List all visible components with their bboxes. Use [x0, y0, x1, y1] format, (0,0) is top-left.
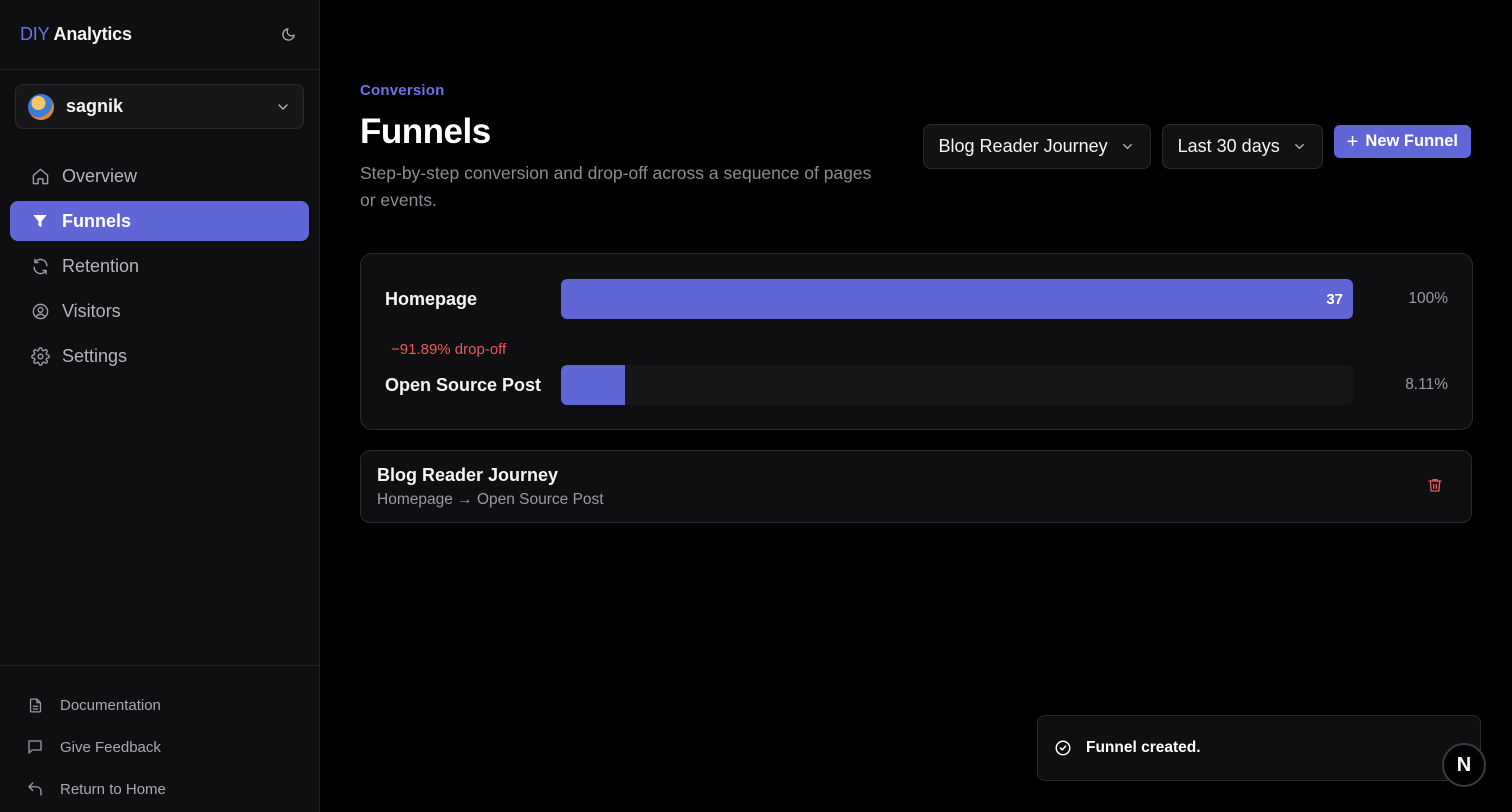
header-controls: Blog Reader Journey Last 30 days + New F…: [922, 124, 1471, 169]
funnel-step: Homepage 37 100%: [385, 279, 1448, 319]
funnel-step-label: Homepage: [385, 288, 478, 309]
nextjs-badge-letter: N: [1456, 753, 1472, 776]
chevron-down-icon: [278, 103, 288, 110]
funnel-step-percent: 8.11%: [1405, 376, 1448, 393]
sidebar-item-funnels[interactable]: Funnels: [10, 201, 309, 241]
refresh-icon: [30, 256, 50, 276]
funnel-select-value: Blog Reader Journey: [938, 136, 1108, 156]
main-content: Conversion Funnels Step-by-step conversi…: [320, 0, 1512, 812]
funnel-bar-track: [561, 365, 1353, 405]
return-home-label: Return to Home: [60, 780, 166, 798]
chevron-down-icon: [1292, 139, 1307, 154]
sidebar-item-label: Funnels: [62, 210, 132, 231]
sidebar-item-label: Overview: [62, 165, 138, 186]
new-funnel-label: New Funnel: [1365, 132, 1458, 150]
return-icon: [25, 779, 45, 799]
trash-icon: [1428, 479, 1442, 492]
avatar: [28, 93, 54, 120]
delete-funnel-button[interactable]: [1427, 477, 1443, 498]
sidebar-item-settings[interactable]: Settings: [10, 336, 309, 376]
funnel-step-label: Open Source Post: [385, 374, 542, 395]
sidebar-item-visitors[interactable]: Visitors: [10, 291, 309, 331]
funnel-chart-card: Homepage 37 100% −91.89% drop-off Open S…: [360, 253, 1473, 430]
give-feedback-link[interactable]: Give Feedback: [0, 726, 319, 768]
home-icon: [30, 166, 50, 186]
page-subtitle: Step-by-step conversion and drop-off acr…: [360, 163, 872, 210]
sidebar-item-label: Retention: [62, 255, 140, 276]
funnel-bar[interactable]: [561, 279, 1353, 319]
gear-icon: [30, 346, 50, 366]
filter-icon: [30, 211, 50, 231]
document-icon: [25, 695, 45, 715]
funnel-name: Blog Reader Journey: [377, 465, 559, 485]
sidebar: DIY Analytics sagnik Overview Funnels Re…: [0, 0, 320, 812]
sidebar-footer: Documentation Give Feedback Return to Ho…: [0, 665, 319, 812]
brand-prefix: DIY: [20, 24, 50, 44]
chevron-down-icon: [1120, 139, 1135, 154]
brand-name: Analytics: [53, 24, 132, 44]
section-eyebrow: Conversion: [360, 82, 445, 99]
message-icon: [25, 737, 45, 757]
funnel-list-item[interactable]: Blog Reader Journey Homepage → Open Sour…: [360, 450, 1472, 523]
sidebar-nav: Overview Funnels Retention Visitors Sett…: [0, 156, 319, 381]
funnel-steps-summary: Homepage → Open Source Post: [377, 491, 604, 508]
sidebar-item-retention[interactable]: Retention: [10, 246, 309, 286]
moon-icon: [281, 28, 295, 41]
documentation-link[interactable]: Documentation: [0, 684, 319, 726]
check-circle-icon: [1054, 739, 1072, 757]
give-feedback-label: Give Feedback: [60, 738, 161, 756]
page-title: Funnels: [360, 112, 491, 151]
plus-icon: +: [1346, 130, 1359, 153]
sidebar-item-label: Settings: [62, 345, 128, 366]
funnel-bar-track: 37: [561, 279, 1353, 319]
funnel-step: Open Source Post 8.11%: [385, 365, 1448, 405]
nextjs-dev-badge[interactable]: N: [1442, 743, 1486, 787]
brand-row: DIY Analytics: [0, 0, 319, 70]
return-home-link[interactable]: Return to Home: [0, 768, 319, 810]
funnel-bar-count: 37: [1326, 290, 1343, 308]
sidebar-item-overview[interactable]: Overview: [10, 156, 309, 196]
workspace-user-select[interactable]: sagnik: [15, 84, 304, 129]
date-range-value: Last 30 days: [1177, 136, 1280, 156]
app: DIY Analytics sagnik Overview Funnels Re…: [0, 0, 1512, 812]
funnel-bar[interactable]: [561, 365, 626, 405]
funnel-step-percent: 100%: [1408, 290, 1448, 307]
date-range-select[interactable]: Last 30 days: [1161, 124, 1323, 169]
documentation-label: Documentation: [60, 696, 161, 714]
user-circle-icon: [30, 301, 50, 321]
toast-message: Funnel created.: [1086, 739, 1201, 756]
dropoff-label: −91.89% drop-off: [391, 341, 507, 358]
brand-logo[interactable]: DIY Analytics: [20, 24, 132, 45]
toast-notification: Funnel created.: [1037, 715, 1481, 781]
theme-toggle-button[interactable]: [277, 24, 299, 46]
new-funnel-button[interactable]: + New Funnel: [1333, 125, 1471, 158]
sidebar-item-label: Visitors: [62, 300, 121, 321]
funnel-select[interactable]: Blog Reader Journey: [922, 124, 1151, 169]
user-name: sagnik: [66, 96, 124, 116]
